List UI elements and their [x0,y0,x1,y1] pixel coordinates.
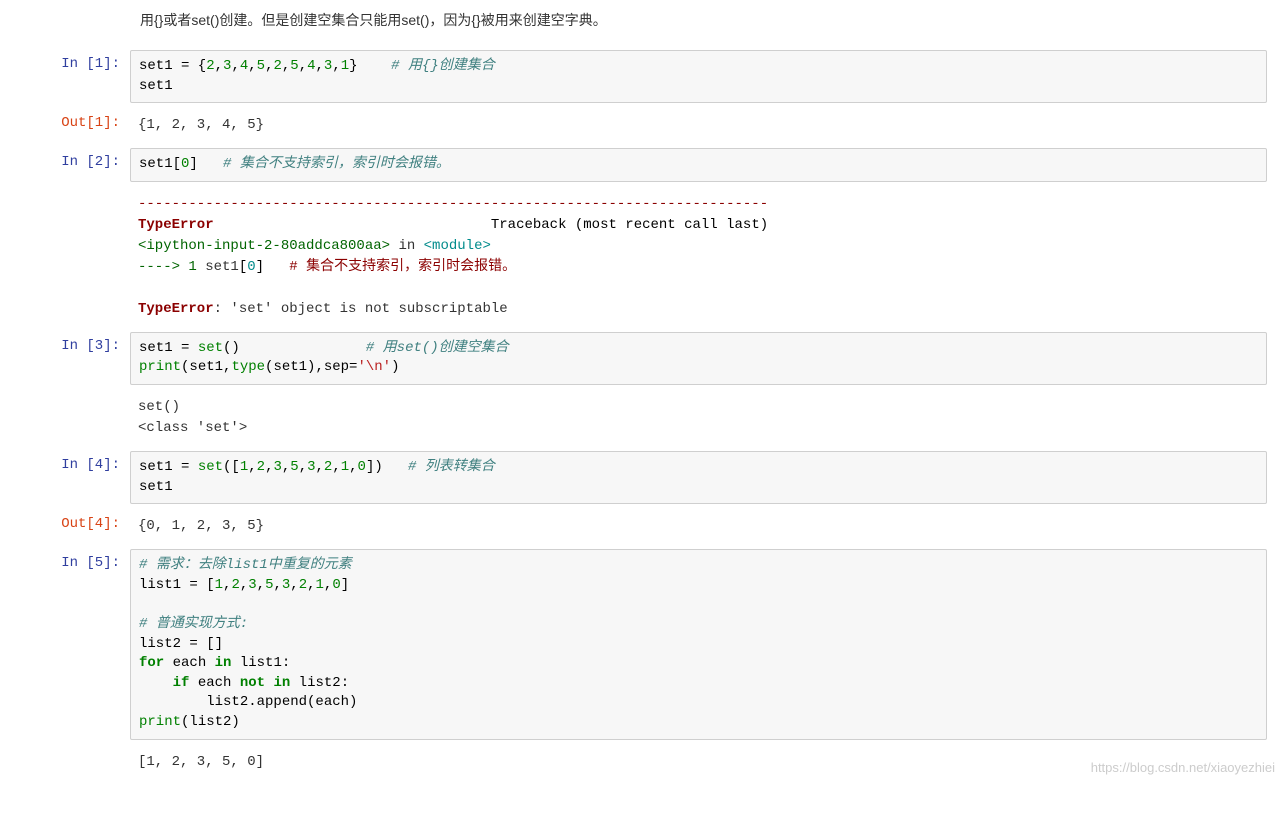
in-prompt-2: In [2]: [20,148,130,182]
cell-in-2: In [2]: set1[0] # 集合不支持索引，索引时会报错。 [20,148,1267,182]
input-area-5[interactable]: # 需求：去除list1中重复的元素 list1 = [1,2,3,5,3,2,… [130,549,1267,739]
error-output-2: ----------------------------------------… [130,188,1267,326]
cell-out-4: Out[4]: {0, 1, 2, 3, 5} [20,510,1267,543]
in-prompt-3: In [3]: [20,332,130,385]
out-prompt-4: Out[4]: [20,510,130,543]
input-area-4[interactable]: set1 = set([1,2,3,5,3,2,1,0]) # 列表转集合 se… [130,451,1267,504]
cell-in-5: In [5]: # 需求：去除list1中重复的元素 list1 = [1,2,… [20,549,1267,739]
input-area-3[interactable]: set1 = set() # 用set()创建空集合 print(set1,ty… [130,332,1267,385]
in-prompt-4: In [4]: [20,451,130,504]
out-prompt-3-empty [20,391,130,445]
out-prompt-5-empty [20,746,130,779]
cell-in-1: In [1]: set1 = {2,3,4,5,2,5,4,3,1} # 用{}… [20,50,1267,103]
cell-out-3: set() <class 'set'> [20,391,1267,445]
input-area-1[interactable]: set1 = {2,3,4,5,2,5,4,3,1} # 用{}创建集合 set… [130,50,1267,103]
in-prompt-5: In [5]: [20,549,130,739]
out-prompt-1: Out[1]: [20,109,130,142]
watermark: https://blog.csdn.net/xiaoyezhiei [1091,760,1275,775]
cell-err-2: ----------------------------------------… [20,188,1267,326]
output-area-4: {0, 1, 2, 3, 5} [130,510,1267,543]
cell-out-5: [1, 2, 3, 5, 0] [20,746,1267,779]
cell-in-4: In [4]: set1 = set([1,2,3,5,3,2,1,0]) # … [20,451,1267,504]
output-area-1: {1, 2, 3, 4, 5} [130,109,1267,142]
cell-out-1: Out[1]: {1, 2, 3, 4, 5} [20,109,1267,142]
err-prompt-2 [20,188,130,326]
output-area-3: set() <class 'set'> [130,391,1267,445]
input-area-2[interactable]: set1[0] # 集合不支持索引，索引时会报错。 [130,148,1267,182]
in-prompt-1: In [1]: [20,50,130,103]
cell-in-3: In [3]: set1 = set() # 用set()创建空集合 print… [20,332,1267,385]
intro-text: 用{}或者set()创建。但是创建空集合只能用set()，因为{}被用来创建空字… [140,10,1267,30]
